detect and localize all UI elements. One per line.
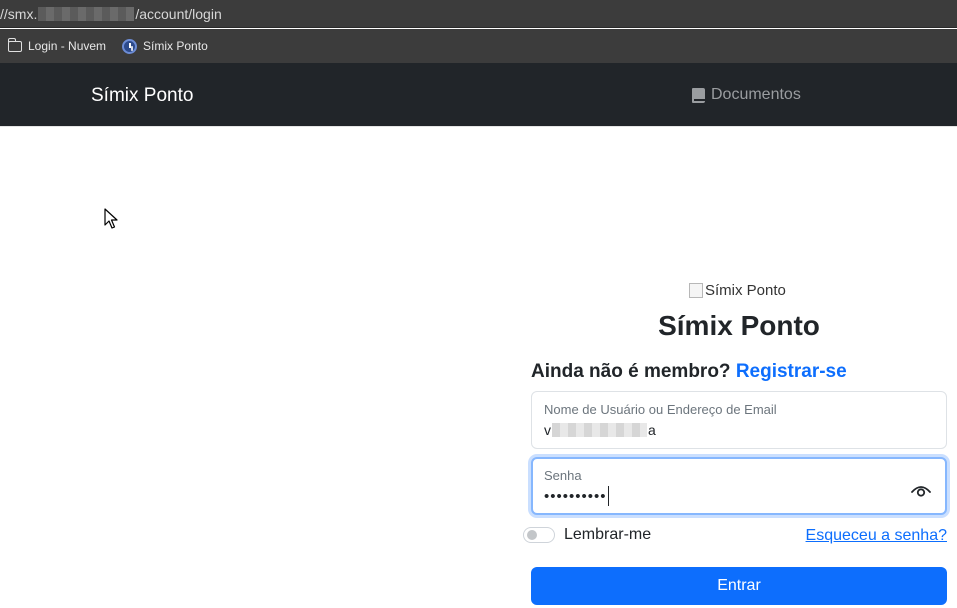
- browser-address-bar[interactable]: //smx. /account/login: [0, 0, 957, 28]
- bookmarks-bar: Login - Nuvem Símix Ponto: [0, 29, 957, 63]
- url-prefix: //smx.: [0, 5, 38, 22]
- password-input[interactable]: ••••••••••: [544, 486, 884, 506]
- eye-icon[interactable]: [911, 484, 931, 498]
- login-submit-button[interactable]: Entrar: [531, 567, 947, 605]
- navbar-brand[interactable]: Símix Ponto: [91, 85, 193, 107]
- broken-image-icon: [689, 283, 703, 298]
- url-redacted-segment: [38, 6, 135, 21]
- register-prompt: Ainda não é membro? Registrar-se: [531, 361, 847, 383]
- text-caret: [607, 486, 609, 506]
- username-value-end: a: [648, 422, 656, 438]
- password-label: Senha: [544, 468, 582, 483]
- logo-alt-text: Símix Ponto: [705, 282, 786, 299]
- clock-badge-icon: [122, 38, 138, 54]
- bookmark-simix-ponto[interactable]: Símix Ponto: [122, 38, 208, 54]
- remember-me: Lembrar-me: [523, 526, 651, 544]
- nav-documentos-label: Documentos: [711, 86, 801, 103]
- username-label: Nome de Usuário ou Endereço de Email: [544, 402, 777, 417]
- username-input[interactable]: v a: [544, 422, 884, 438]
- folder-icon: [7, 37, 22, 52]
- logo-image: Símix Ponto: [689, 282, 786, 299]
- mouse-cursor-icon: [104, 208, 118, 229]
- register-link[interactable]: Registrar-se: [736, 361, 847, 382]
- member-question: Ainda não é membro?: [531, 361, 731, 382]
- bookmark-label: Login - Nuvem: [28, 39, 107, 53]
- bookmark-login-nuvem[interactable]: Login - Nuvem: [7, 37, 107, 53]
- password-value: ••••••••••: [544, 487, 607, 505]
- app-navbar: Símix Ponto Documentos: [0, 63, 957, 127]
- url-suffix: /account/login: [135, 5, 222, 22]
- bookmark-label: Símix Ponto: [143, 39, 208, 53]
- username-value-start: v: [544, 422, 551, 438]
- username-redacted: [552, 423, 647, 437]
- forgot-password-link[interactable]: Esqueceu a senha?: [806, 527, 947, 545]
- password-field[interactable]: Senha ••••••••••: [531, 457, 947, 515]
- username-field[interactable]: Nome de Usuário ou Endereço de Email v a: [531, 391, 947, 449]
- nav-documentos-link[interactable]: Documentos: [692, 86, 801, 104]
- page-title: Símix Ponto: [658, 310, 820, 341]
- remember-me-label: Lembrar-me: [564, 526, 652, 543]
- remember-me-toggle[interactable]: [523, 527, 555, 543]
- book-icon: [692, 87, 705, 103]
